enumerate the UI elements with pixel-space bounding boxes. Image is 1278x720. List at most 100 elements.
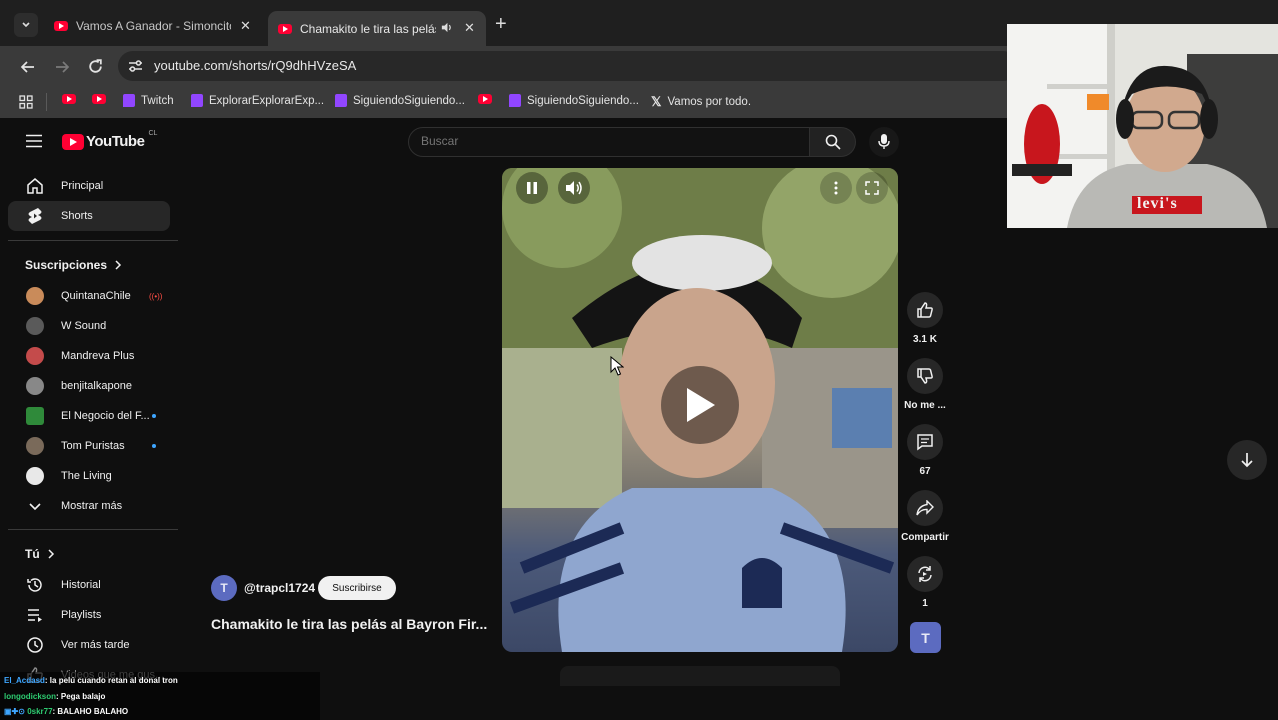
subscriptions-heading[interactable]: Suscripciones [25, 258, 122, 272]
sidebar-item-subscription[interactable]: Mandreva Plus [8, 341, 170, 371]
short-video-player[interactable] [502, 168, 898, 652]
chat-message: longodickson: Pega balajo [4, 692, 105, 701]
youtube-wordmark: YouTube [86, 133, 145, 150]
search-input[interactable] [421, 134, 791, 148]
sidebar-item-principal[interactable]: Principal [8, 171, 170, 201]
new-tab-button[interactable]: + [495, 14, 507, 34]
voice-search-button[interactable] [869, 127, 899, 157]
youtube-logo[interactable]: YouTube CL [62, 130, 158, 150]
remix-count: 1 [922, 598, 928, 609]
comments-button[interactable] [907, 424, 943, 460]
forward-arrow-icon[interactable] [54, 59, 70, 75]
sidebar-item-subscription[interactable]: El Negocio del F... [8, 401, 170, 431]
address-bar[interactable]: youtube.com/shorts/rQ9dhHVzeSA [118, 51, 1018, 81]
reload-icon[interactable] [87, 58, 104, 75]
sidebar-item-subscription[interactable]: W Sound [8, 311, 170, 341]
search-button[interactable] [810, 127, 856, 157]
share-icon [916, 500, 934, 516]
twitch-icon [191, 94, 203, 107]
you-title: Tú [25, 547, 40, 561]
thumbs-up-icon [917, 302, 933, 318]
search-box[interactable] [408, 127, 810, 157]
bookmark-explorar[interactable]: ExplorarExplorarExp... [191, 94, 324, 107]
pause-icon [527, 182, 537, 194]
short-channel-avatar[interactable]: T [211, 575, 237, 601]
chat-username: El_Acdasd [4, 676, 45, 685]
tab-close-icon[interactable]: ✕ [240, 18, 251, 34]
next-short-preview[interactable] [560, 666, 840, 686]
browser-tab[interactable]: Vamos A Ganador - Simoncito I ✕ [52, 11, 264, 41]
remix-icon [918, 566, 932, 582]
browser-tab-active[interactable]: Chamakito le tira las pelás a ✕ [268, 11, 486, 46]
chat-username: 0skr77 [27, 707, 53, 716]
arrow-down-icon [1241, 453, 1253, 468]
bookmark-twitch[interactable]: Twitch [123, 94, 174, 107]
sidebar-item-subscription[interactable]: QuintanaChile ((•)) [8, 281, 170, 311]
channel-thumbnail-button[interactable]: T [910, 622, 941, 653]
bookmark-youtube[interactable] [478, 94, 498, 104]
you-heading[interactable]: Tú [25, 547, 55, 561]
chevron-right-icon [115, 260, 122, 270]
more-options-button[interactable] [820, 172, 852, 204]
sidebar-item-label: W Sound [61, 320, 107, 332]
speaker-icon[interactable] [440, 21, 453, 34]
playlist-icon [28, 609, 42, 622]
sidebar-item-playlists[interactable]: Playlists [8, 600, 170, 630]
bookmark-youtube[interactable] [92, 94, 112, 104]
sidebar-item-label: Shorts [61, 210, 93, 222]
youtube-icon [62, 94, 76, 104]
next-short-button[interactable] [1227, 440, 1267, 480]
fullscreen-button[interactable] [856, 172, 888, 204]
country-code: CL [148, 130, 158, 137]
comment-icon [917, 434, 933, 451]
url-text: youtube.com/shorts/rQ9dhHVzeSA [154, 58, 357, 73]
sidebar-item-label: Tom Puristas [61, 440, 125, 452]
short-channel-name[interactable]: @trapcl1724 [244, 581, 315, 595]
like-button[interactable] [907, 292, 943, 328]
show-more-button[interactable]: Mostrar más [8, 491, 170, 521]
twitch-icon [335, 94, 347, 107]
bookmark-siguiendo[interactable]: SiguiendoSiguiendo... [509, 94, 639, 107]
clock-icon [27, 637, 43, 653]
sidebar-item-subscription[interactable]: The Living [8, 461, 170, 491]
share-label: Compartir [901, 532, 949, 543]
tab-search-button[interactable] [14, 13, 38, 37]
x-logo-icon: 𝕏 [651, 94, 662, 109]
chevron-down-icon [22, 22, 30, 28]
hamburger-menu-icon[interactable] [26, 134, 42, 148]
sidebar-divider [8, 529, 178, 530]
dislike-button[interactable] [907, 358, 943, 394]
sidebar-item-historial[interactable]: Historial [8, 570, 170, 600]
sidebar-item-watch-later[interactable]: Ver más tarde [8, 630, 170, 660]
share-button[interactable] [907, 490, 943, 526]
chat-text: : Pega balajo [56, 692, 106, 701]
shorts-icon [28, 208, 42, 224]
more-vertical-icon [834, 181, 838, 195]
sidebar-item-label: Ver más tarde [61, 639, 130, 651]
tab-close-icon[interactable]: ✕ [464, 20, 475, 36]
apps-grid-icon[interactable] [19, 95, 33, 109]
chat-text: : la pelú cuando retan al donal tron [44, 676, 178, 685]
site-settings-icon[interactable] [128, 59, 143, 73]
volume-button[interactable] [558, 172, 590, 204]
remix-button[interactable] [907, 556, 943, 592]
new-content-dot [152, 414, 156, 418]
sidebar-item-subscription[interactable]: Tom Puristas [8, 431, 170, 461]
pause-button[interactable] [516, 172, 548, 204]
sidebar-item-shorts[interactable]: Shorts [8, 201, 170, 231]
chat-username: longodickson [4, 692, 56, 701]
short-title[interactable]: Chamakito le tira las pelás al Bayron Fi… [211, 616, 487, 632]
center-play-button[interactable] [661, 366, 739, 444]
comment-count: 67 [919, 466, 931, 477]
bookmark-x[interactable]: 𝕏 Vamos por todo. [651, 94, 751, 110]
bookmark-youtube[interactable] [62, 94, 82, 104]
sidebar-item-label: Mostrar más [61, 500, 123, 512]
youtube-favicon-icon [278, 23, 292, 34]
back-arrow-icon[interactable] [20, 59, 36, 75]
bookmark-siguiendo[interactable]: SiguiendoSiguiendo... [335, 94, 465, 107]
chevron-right-icon [48, 549, 54, 559]
channel-avatar [26, 437, 44, 455]
sidebar-item-subscription[interactable]: benjitalkapone [8, 371, 170, 401]
subscribe-button[interactable]: Suscribirse [318, 576, 396, 600]
thumbs-down-icon [917, 368, 933, 384]
